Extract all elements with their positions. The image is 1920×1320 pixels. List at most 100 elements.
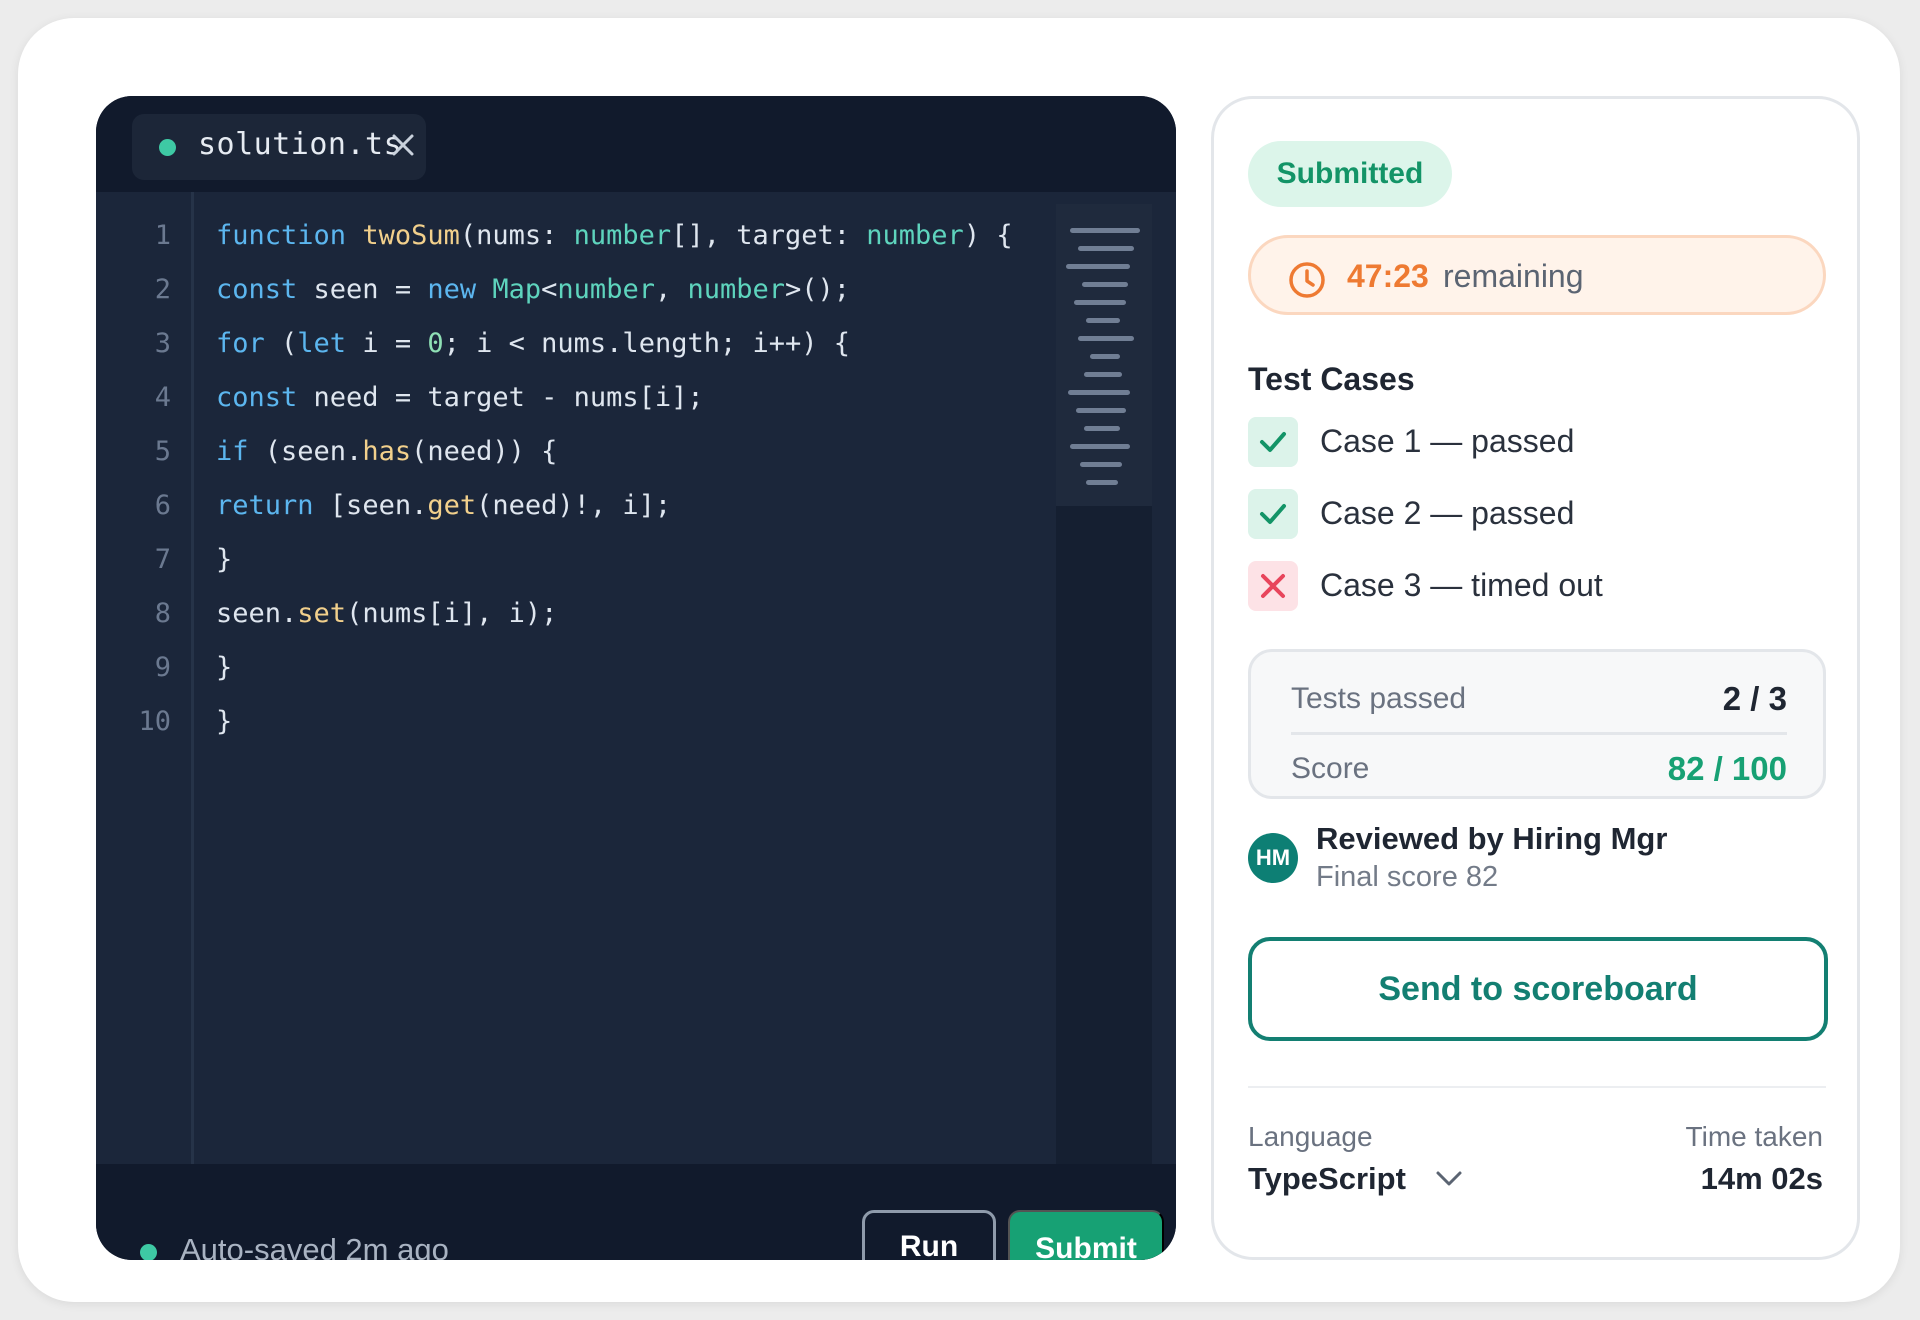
code-token: Map (492, 274, 542, 305)
summary-divider (1291, 732, 1787, 735)
reviewer-final-score: Final score 82 (1316, 861, 1499, 893)
code-token: (seen. (248, 436, 363, 467)
code-line[interactable]: const seen = new Map<number, number>(); (216, 274, 850, 305)
check-icon (1248, 417, 1298, 467)
minimap-line (1074, 300, 1126, 305)
submission-panel: Submitted 47:23 remaining Test Cases Cas… (1211, 96, 1860, 1260)
language-label: Language (1248, 1121, 1373, 1152)
minimap-line (1070, 444, 1130, 449)
code-line[interactable]: seen.set(nums[i], i); (216, 598, 557, 629)
code-token: return (216, 490, 314, 521)
code-line[interactable]: if (seen.has(need)) { (216, 436, 557, 467)
timer-pill: 47:23 remaining (1248, 235, 1826, 315)
minimap-line (1078, 246, 1134, 251)
panel-divider (1248, 1086, 1826, 1088)
code-line[interactable]: } (216, 544, 232, 575)
code-line[interactable]: for (let i = 0; i < nums.length; i++) { (216, 328, 850, 359)
score-value: 82 / 100 (1667, 750, 1787, 787)
code-token: if (216, 436, 249, 467)
score-row: Score 82 / 100 (1291, 744, 1787, 792)
line-number-gutter: 1 2 3 4 5 6 7 8 9 10 (96, 192, 194, 1164)
line-number: 8 (154, 598, 171, 629)
code-token: number (557, 274, 655, 305)
code-line[interactable]: } (216, 652, 232, 683)
code-token: const (216, 382, 298, 413)
submit-button[interactable]: Submit (1008, 1210, 1164, 1260)
code-token: } (216, 544, 233, 575)
minimap[interactable] (1056, 204, 1152, 1164)
code-token: ; i < nums.length; i++) { (443, 328, 851, 359)
code-token: (nums: (459, 220, 574, 251)
minimap-line (1082, 282, 1128, 287)
code-token: has (362, 436, 412, 467)
line-number: 1 (154, 220, 171, 251)
code-token: , (654, 274, 688, 305)
chevron-down-icon[interactable] (1434, 1169, 1464, 1189)
minimap-line (1078, 336, 1134, 341)
code-token: function (216, 220, 347, 251)
code-line[interactable]: } (216, 706, 232, 737)
test-case-label: Case 3 — timed out (1320, 567, 1603, 603)
timer-label: remaining (1443, 258, 1584, 294)
line-number: 6 (154, 490, 171, 521)
code-token: [seen. (313, 490, 428, 521)
time-taken-label: Time taken (1685, 1121, 1823, 1152)
avatar: HM (1248, 833, 1298, 883)
minimap-line (1086, 318, 1120, 323)
code-line[interactable]: return [seen.get(need)!, i]; (216, 490, 671, 521)
code-token: 0 (427, 328, 444, 359)
line-number: 7 (154, 544, 171, 575)
line-number: 2 (154, 274, 171, 305)
code-token: (need)) { (411, 436, 558, 467)
tests-passed-row: Tests passed 2 / 3 (1291, 674, 1787, 722)
tab-solution-ts[interactable]: solution.ts (132, 114, 426, 180)
time-taken-value: 14m 02s (1700, 1161, 1823, 1196)
minimap-line (1066, 264, 1130, 269)
score-label: Score (1291, 752, 1370, 785)
send-to-scoreboard-button[interactable]: Send to scoreboard (1248, 937, 1828, 1041)
code-token: } (216, 706, 233, 737)
test-case-label: Case 1 — passed (1320, 423, 1575, 459)
autosave-status-icon (140, 1244, 157, 1260)
unsaved-dot-icon (159, 139, 176, 156)
test-case-item: Case 2 — passed (1248, 489, 1828, 541)
code-area[interactable]: 1 2 3 4 5 6 7 8 9 10 function twoSum(nums: number… (96, 192, 1176, 1164)
reviewer-name: Reviewed by Hiring Mgr (1316, 821, 1668, 856)
tab-filename: solution.ts (198, 127, 403, 162)
code-token: (need)!, i]; (476, 490, 672, 521)
test-case-item: Case 3 — timed out (1248, 561, 1828, 613)
code-token: twoSum (362, 220, 460, 251)
code-editor: solution.ts 1 2 3 4 5 6 7 8 9 10 function twoSum(… (96, 96, 1176, 1260)
run-button[interactable]: Run (862, 1210, 996, 1260)
language-select[interactable]: TypeScript (1248, 1161, 1406, 1197)
minimap-line (1090, 354, 1120, 359)
status-badge: Submitted (1248, 141, 1452, 207)
code-token: let (297, 328, 347, 359)
editor-footer: Auto-saved 2m ago Run Submit (96, 1164, 1176, 1260)
tests-passed-value: 2 / 3 (1722, 680, 1787, 717)
minimap-line (1080, 462, 1122, 467)
test-case-item: Case 1 — passed (1248, 417, 1828, 469)
code-token: seen. (216, 598, 298, 629)
code-line[interactable]: function twoSum(nums: number[], target: … (216, 220, 1013, 251)
x-icon (1248, 561, 1298, 611)
code-token: need = target - nums[i]; (297, 382, 704, 413)
results-summary: Tests passed 2 / 3 Score 82 / 100 (1248, 649, 1826, 799)
line-number: 3 (154, 328, 171, 359)
code-token: get (427, 490, 477, 521)
test-cases-title: Test Cases (1248, 361, 1415, 397)
test-case-label: Case 2 — passed (1320, 495, 1575, 531)
line-number: 4 (154, 382, 171, 413)
code-line[interactable]: const need = target - nums[i]; (216, 382, 704, 413)
clock-icon (1289, 262, 1325, 298)
editor-tab-bar: solution.ts (96, 96, 1176, 192)
close-icon[interactable] (388, 130, 418, 160)
tests-passed-label: Tests passed (1291, 682, 1467, 715)
code-token: } (216, 652, 233, 683)
code-token: for (216, 328, 265, 359)
code-token: number (866, 220, 964, 251)
code-token: (nums[i], i); (346, 598, 558, 629)
code-token: >(); (785, 274, 851, 305)
minimap-line (1068, 390, 1130, 395)
